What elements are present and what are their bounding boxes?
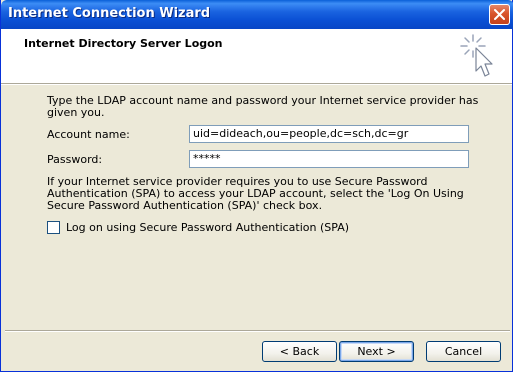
wizard-content: Type the LDAP account name and password … [1,85,512,330]
title-bar[interactable]: Internet Connection Wizard [1,0,513,29]
password-field[interactable]: ***** [189,150,469,168]
page-title: Internet Directory Server Logon [24,37,223,50]
close-icon [494,9,505,20]
close-button[interactable] [489,4,510,25]
spa-info-text: If your Internet service provider requir… [47,175,464,212]
footer-separator [5,330,510,332]
spa-checkbox[interactable] [47,221,60,234]
password-label: Password: [47,153,103,166]
account-name-label: Account name: [47,128,130,141]
wizard-header: Internet Directory Server Logon [1,29,512,83]
account-name-field[interactable]: uid=dideach,ou=people,dc=sch,dc=gr [189,125,469,143]
instruction-text: Type the LDAP account name and password … [47,94,479,119]
next-button[interactable]: Next > [339,341,414,362]
wizard-cursor-icon [460,34,493,77]
window-title: Internet Connection Wizard [8,6,211,21]
wizard-window: Internet Connection Wizard Internet Dire… [0,0,513,372]
back-button[interactable]: < Back [262,341,337,362]
spa-checkbox-label[interactable]: Log on using Secure Password Authenticat… [66,221,349,234]
cancel-button[interactable]: Cancel [426,341,501,362]
